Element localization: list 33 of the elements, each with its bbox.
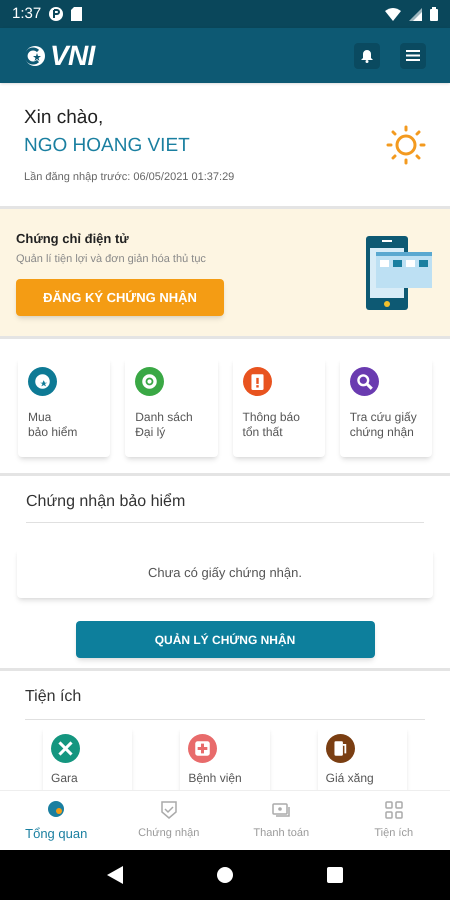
home-icon[interactable]	[216, 866, 234, 884]
quick-action-card[interactable]: Danh sách Đại lý	[125, 357, 218, 457]
back-icon[interactable]	[106, 866, 123, 884]
app-notification-icon	[49, 7, 64, 21]
battery-icon	[430, 7, 438, 21]
wifi-icon	[385, 8, 401, 20]
notification-button[interactable]	[354, 42, 380, 68]
section-title: Chứng nhận bảo hiểm	[26, 490, 424, 523]
quick-action-card[interactable]: Thông báo tổn thất	[232, 357, 325, 457]
banner-title: Chứng chỉ điện tử	[16, 230, 130, 248]
recents-icon[interactable]	[327, 867, 344, 883]
utility-card[interactable]: Giá xăng	[318, 726, 407, 790]
utility-card[interactable]: Gara	[43, 726, 132, 790]
utility-card[interactable]: Bệnh viện	[180, 726, 270, 790]
signal-icon	[409, 8, 422, 20]
section-title: Tiện ích	[25, 685, 425, 720]
banner-subtitle: Quản lí tiện lợi và đơn giản hóa thủ tục	[16, 252, 207, 266]
user-name: NGO HOANG VIET	[24, 134, 191, 158]
empty-message: Chưa có giấy chứng nhận.	[148, 564, 302, 582]
menu-button[interactable]	[400, 42, 426, 68]
status-time: 1:37	[12, 4, 42, 24]
quick-action-card[interactable]: Mua bảo hiểm	[18, 357, 110, 457]
manage-certificates-button[interactable]: QUẢN LÝ CHỨNG NHẬN	[76, 621, 374, 658]
sd-card-icon	[71, 7, 82, 21]
logo-text: VNI	[50, 38, 95, 72]
quick-action-card[interactable]: Tra cứu giấy chứng nhận	[340, 357, 432, 457]
nav-tab[interactable]: Tổng quan	[0, 791, 112, 850]
menu-icon	[406, 50, 420, 61]
last-login-text: Lần đăng nhập trước: 06/05/2021 01:37:29	[24, 170, 236, 185]
bell-icon	[360, 48, 374, 62]
grid-icon	[382, 799, 405, 822]
logo-globe-icon	[24, 44, 46, 66]
greeting-text: Xin chào,	[24, 106, 104, 130]
